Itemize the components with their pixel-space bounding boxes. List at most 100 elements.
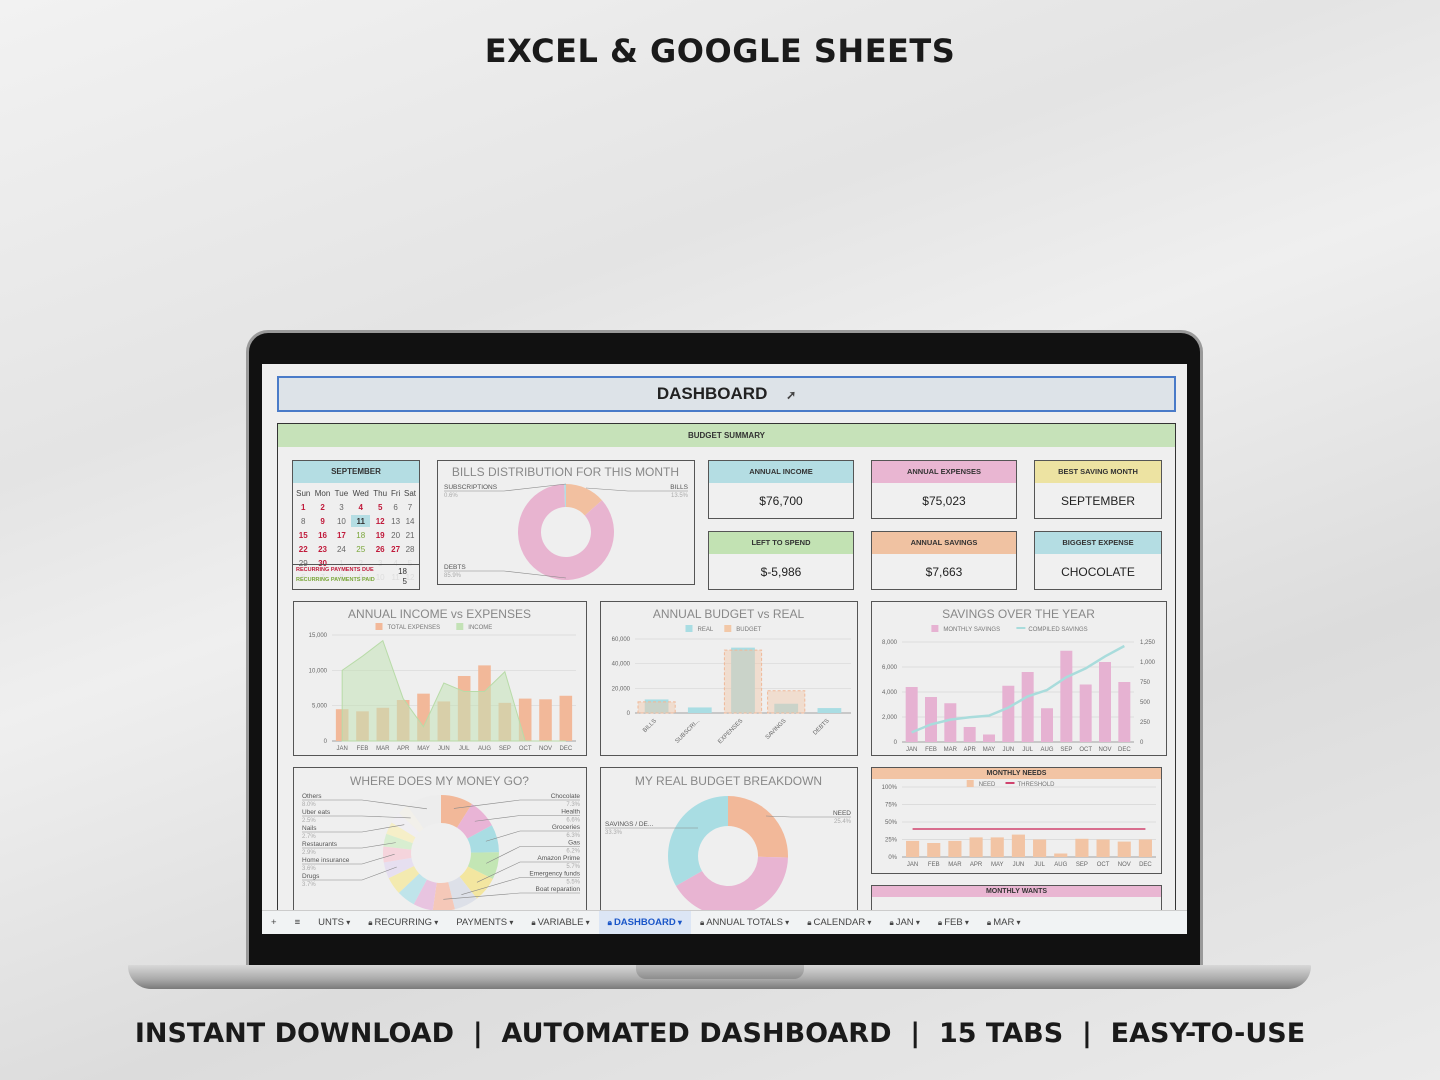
weekday-label: Thu <box>373 488 388 498</box>
calendar-day[interactable]: 18 <box>351 529 370 541</box>
calendar-day[interactable]: 19 <box>372 529 388 541</box>
y2-tick-label: 0 <box>1140 740 1144 746</box>
spreadsheet-screen: DASHBOARD ➚ BUDGET SUMMARY SEPTEMBER Sun… <box>262 364 1187 934</box>
chevron-down-icon: ▾ <box>343 917 351 927</box>
calendar-day[interactable]: 1 <box>295 501 312 513</box>
x-tick-label: NOV <box>539 746 552 752</box>
slice-label: Home insurance <box>302 857 350 864</box>
calendar-day[interactable]: 23 <box>314 543 332 555</box>
budget-bar <box>767 690 806 714</box>
bar-monthly-savings <box>1118 682 1131 742</box>
sheet-tab-mar[interactable]: 🔒︎ MAR ▾ <box>978 911 1030 935</box>
slice-percent: 13.5% <box>671 493 689 499</box>
calendar-day[interactable]: 26 <box>372 543 388 555</box>
y2-tick-label: 500 <box>1140 700 1151 706</box>
sheet-tab-[interactable]: ≡ <box>286 911 310 935</box>
chart-title: ANNUAL INCOME vs EXPENSES <box>348 607 531 621</box>
calendar-day[interactable]: 6 <box>390 501 401 513</box>
legend-label: REAL <box>698 627 714 633</box>
bar-need <box>1054 853 1068 857</box>
legend-label: INCOME <box>468 625 492 631</box>
slice-label: Others <box>302 793 322 800</box>
x-tick-label: JUN <box>438 746 450 752</box>
legend-swatch <box>1005 782 1015 784</box>
monthly-needs-chart: MONTHLY NEEDS 0% 25% 50% 75% 100% JAN FEB MAR AP… <box>871 767 1162 874</box>
calendar-day[interactable]: 24 <box>334 543 350 555</box>
sheet-tab-dashboard[interactable]: 🔒︎ DASHBOARD ▾ <box>598 910 691 934</box>
calendar-day[interactable]: 3 <box>334 501 350 513</box>
calendar-day[interactable]: 14 <box>403 515 417 527</box>
calendar-day[interactable]: 15 <box>295 529 312 541</box>
sheet-tab-annualtotals[interactable]: 🔒︎ ANNUAL TOTALS ▾ <box>691 911 798 935</box>
tab-label: ANNUAL TOTALS <box>706 916 783 928</box>
calendar-day[interactable]: 25 <box>351 543 370 555</box>
calendar-day[interactable]: 13 <box>390 515 401 527</box>
y-tick-label: 6,000 <box>882 665 898 671</box>
sheet-tab-unts[interactable]: UNTS ▾ <box>309 911 359 935</box>
tab-label: + <box>271 916 277 928</box>
calendar-day[interactable]: 17 <box>334 529 350 541</box>
calendar-day[interactable]: 2 <box>314 501 332 513</box>
tab-label: RECURRING <box>374 916 433 928</box>
sheet-tab-variable[interactable]: 🔒︎ VARIABLE ▾ <box>522 911 598 935</box>
kpi-card-annual-savings: ANNUAL SAVINGS $7,663 <box>871 531 1017 590</box>
y-tick-label: 8,000 <box>882 640 898 646</box>
budget-vs-real-chart: 0 20,000 40,000 60,000 BILLS SUBSCRI... EXPENS… <box>600 601 858 756</box>
slice-percent: 2.5% <box>302 818 316 824</box>
y-tick-label: 60,000 <box>612 637 631 643</box>
sheet-tab-recurring[interactable]: 🔒︎ RECURRING ▾ <box>359 911 447 935</box>
slice-label: NEED <box>833 810 851 817</box>
x-tick-label: MAY <box>983 747 996 753</box>
calendar-day[interactable]: 8 <box>295 515 312 527</box>
calendar-day[interactable]: 21 <box>403 529 417 541</box>
calendar-day[interactable]: 10 <box>334 515 350 527</box>
bar-monthly-savings <box>1021 672 1034 742</box>
sheet-tab-[interactable]: + <box>262 911 286 935</box>
slice-label: Nails <box>302 825 317 832</box>
bar-monthly-savings <box>925 697 937 742</box>
chevron-down-icon: ▾ <box>432 917 439 927</box>
calendar-day[interactable]: 12 <box>372 515 388 527</box>
lock-icon: 🔒︎ <box>531 917 536 927</box>
calendar-day[interactable]: 9 <box>314 515 332 527</box>
sheet-tab-payments[interactable]: PAYMENTS ▾ <box>447 911 522 935</box>
legend-swatch <box>375 623 383 630</box>
calendar-day[interactable]: 22 <box>295 543 312 555</box>
x-tick-label: APR <box>970 862 983 868</box>
kpi-label: ANNUAL SAVINGS <box>872 532 1016 554</box>
sheet-tab-calendar[interactable]: 🔒︎ CALENDAR ▾ <box>798 911 880 935</box>
promo-top-title: EXCEL & GOOGLE SHEETS <box>484 32 956 70</box>
calendar-day[interactable]: 7 <box>403 501 417 513</box>
y2-tick-label: 750 <box>1140 680 1151 686</box>
kpi-card-annual-expenses: ANNUAL EXPENSES $75,023 <box>871 460 1017 519</box>
calendar-day[interactable]: 16 <box>314 529 332 541</box>
slice-percent: 6.3% <box>566 833 580 839</box>
calendar-day[interactable]: 5 <box>372 501 388 513</box>
lock-icon: 🔒︎ <box>368 917 373 927</box>
y2-tick-label: 250 <box>1140 720 1151 726</box>
calendar-day[interactable]: 11 <box>351 515 371 527</box>
slice-percent: 3.7% <box>302 882 316 888</box>
lock-icon: 🔒︎ <box>607 917 612 927</box>
chevron-down-icon: ▾ <box>1014 917 1021 927</box>
kpi-value: $76,700 <box>759 494 803 508</box>
dashboard-title-cell[interactable]: DASHBOARD ➚ <box>277 376 1176 412</box>
tab-label: DASHBOARD <box>613 916 676 928</box>
kpi-label: ANNUAL INCOME <box>709 461 853 483</box>
kpi-value: $75,023 <box>922 494 966 508</box>
sheet-tab-feb[interactable]: 🔒︎ FEB ▾ <box>929 911 978 935</box>
calendar-day[interactable]: 28 <box>403 543 417 555</box>
savings-over-year-chart: 0 2,000 4,000 6,000 8,000 JAN FEB MAR APR MAY JUN J… <box>871 601 1167 756</box>
bar-need <box>990 837 1004 857</box>
kpi-label: ANNUAL EXPENSES <box>872 461 1016 483</box>
calendar-day[interactable]: 20 <box>390 529 401 541</box>
calendar-day[interactable]: 27 <box>390 543 401 555</box>
slice-label: Boat reparation <box>536 886 581 893</box>
calendar-day[interactable]: 4 <box>351 501 370 513</box>
slice-label: DEBTS <box>444 564 466 571</box>
slice-label: Drugs <box>302 873 320 880</box>
sheet-tab-jan[interactable]: 🔒︎ JAN ▾ <box>880 911 928 935</box>
x-tick-label: OCT <box>1097 862 1110 868</box>
lock-icon: 🔒︎ <box>937 917 943 927</box>
slice-label: SAVINGS / DE... <box>605 821 653 828</box>
